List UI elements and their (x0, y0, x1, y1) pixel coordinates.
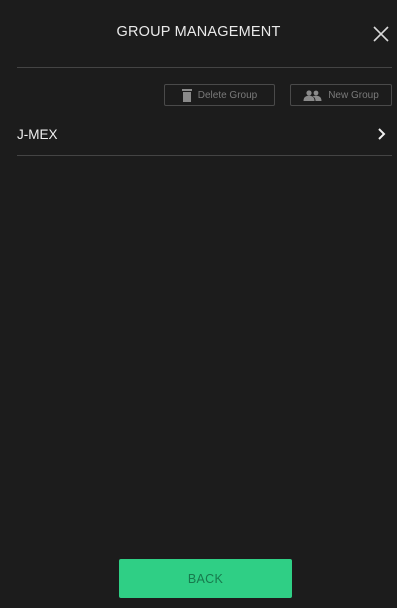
header: GROUP MANAGEMENT (0, 0, 397, 68)
new-group-button[interactable]: New Group (290, 84, 392, 106)
group-name: J-MEX (17, 127, 58, 142)
header-divider (17, 67, 392, 68)
chevron-right-icon (378, 128, 386, 140)
trash-icon (181, 88, 192, 102)
delete-group-label: Delete Group (197, 89, 258, 101)
new-group-label: New Group (328, 89, 379, 101)
list-item[interactable]: J-MEX (17, 117, 392, 155)
delete-group-button[interactable]: Delete Group (164, 84, 275, 106)
close-button[interactable] (371, 24, 391, 44)
row-divider (17, 155, 392, 156)
users-icon (303, 89, 322, 101)
close-icon (373, 26, 389, 42)
page-title: GROUP MANAGEMENT (116, 24, 281, 40)
back-button[interactable]: BACK (119, 559, 292, 598)
group-management-screen: GROUP MANAGEMENT Delete Group New Group … (0, 0, 397, 608)
